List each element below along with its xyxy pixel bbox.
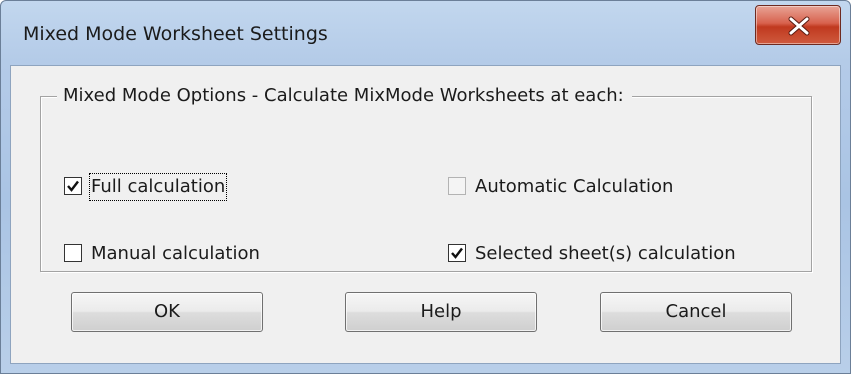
cancel-button[interactable]: Cancel bbox=[600, 292, 792, 332]
window-title: Mixed Mode Worksheet Settings bbox=[23, 23, 328, 45]
dialog-client-area: Mixed Mode Options - Calculate MixMode W… bbox=[10, 65, 841, 364]
automatic-calculation-label: Automatic Calculation bbox=[475, 176, 674, 197]
close-button[interactable] bbox=[755, 5, 841, 45]
close-x-icon bbox=[788, 16, 810, 36]
checkmark-icon bbox=[67, 180, 79, 192]
full-calculation-label: Full calculation bbox=[88, 173, 228, 201]
selected-sheets-calculation-box[interactable] bbox=[448, 244, 466, 262]
checkmark-icon bbox=[451, 247, 463, 259]
title-bar[interactable]: Mixed Mode Worksheet Settings bbox=[1, 1, 850, 65]
group-legend: Mixed Mode Options - Calculate MixMode W… bbox=[57, 84, 632, 108]
dialog-window: Mixed Mode Worksheet Settings Mixed Mode… bbox=[0, 0, 851, 374]
help-button[interactable]: Help bbox=[345, 292, 537, 332]
full-calculation-box[interactable] bbox=[64, 177, 82, 195]
selected-sheets-calculation-label: Selected sheet(s) calculation bbox=[475, 243, 736, 264]
manual-calculation-label: Manual calculation bbox=[91, 243, 260, 264]
ok-button[interactable]: OK bbox=[71, 292, 263, 332]
mixed-mode-options-group: Mixed Mode Options - Calculate MixMode W… bbox=[40, 84, 812, 272]
automatic-calculation-box[interactable] bbox=[448, 177, 466, 195]
manual-calculation-box[interactable] bbox=[64, 244, 82, 262]
